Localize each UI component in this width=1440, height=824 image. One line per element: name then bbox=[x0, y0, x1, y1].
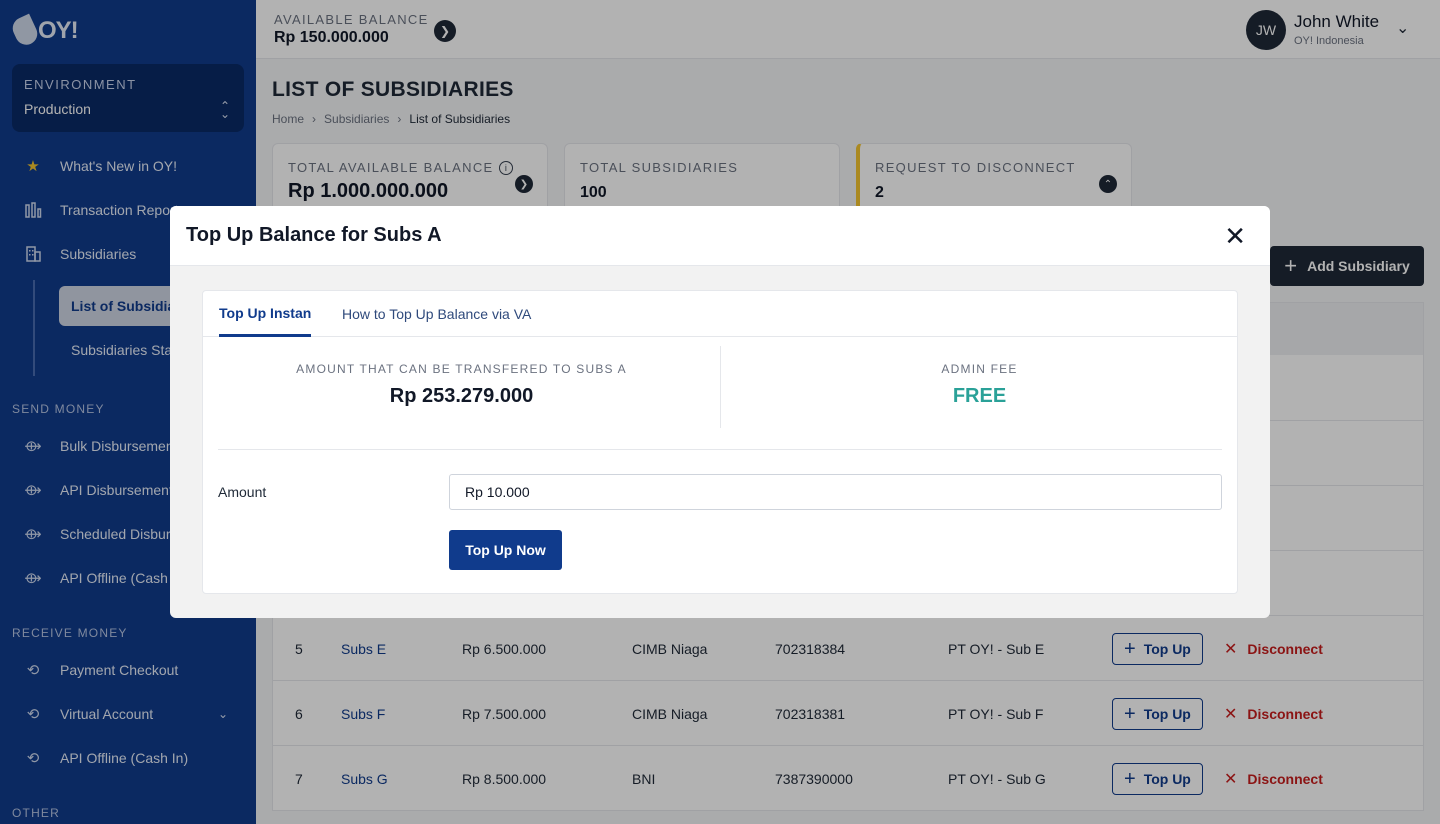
transferable-label: AMOUNT THAT CAN BE TRANSFERED TO SUBS A bbox=[296, 362, 627, 376]
admin-fee-block: ADMIN FEE FREE bbox=[721, 346, 1238, 428]
horizontal-divider bbox=[218, 449, 1222, 450]
amount-label: Amount bbox=[218, 484, 267, 500]
modal-title: Top Up Balance for Subs A bbox=[186, 224, 442, 246]
admin-fee-label: ADMIN FEE bbox=[941, 362, 1018, 376]
transferable-amount-block: AMOUNT THAT CAN BE TRANSFERED TO SUBS A … bbox=[218, 346, 705, 428]
top-up-modal: Top Up Balance for Subs A ✕ Top Up Insta… bbox=[170, 206, 1270, 618]
admin-fee-value: FREE bbox=[952, 385, 1007, 407]
tab-top-up-instan[interactable]: Top Up Instan bbox=[219, 291, 312, 337]
amount-input[interactable] bbox=[449, 474, 1222, 510]
tab-how-to-top-up-via-va[interactable]: How to Top Up Balance via VA bbox=[342, 291, 531, 337]
modal-card: Top Up Instan How to Top Up Balance via … bbox=[202, 290, 1238, 594]
modal-header: Top Up Balance for Subs A ✕ bbox=[170, 206, 1270, 266]
transferable-value: Rp 253.279.000 bbox=[389, 385, 534, 407]
modal-tabs: Top Up Instan How to Top Up Balance via … bbox=[203, 291, 1237, 337]
top-up-now-button[interactable]: Top Up Now bbox=[449, 530, 562, 570]
close-icon[interactable]: ✕ bbox=[1224, 223, 1246, 249]
